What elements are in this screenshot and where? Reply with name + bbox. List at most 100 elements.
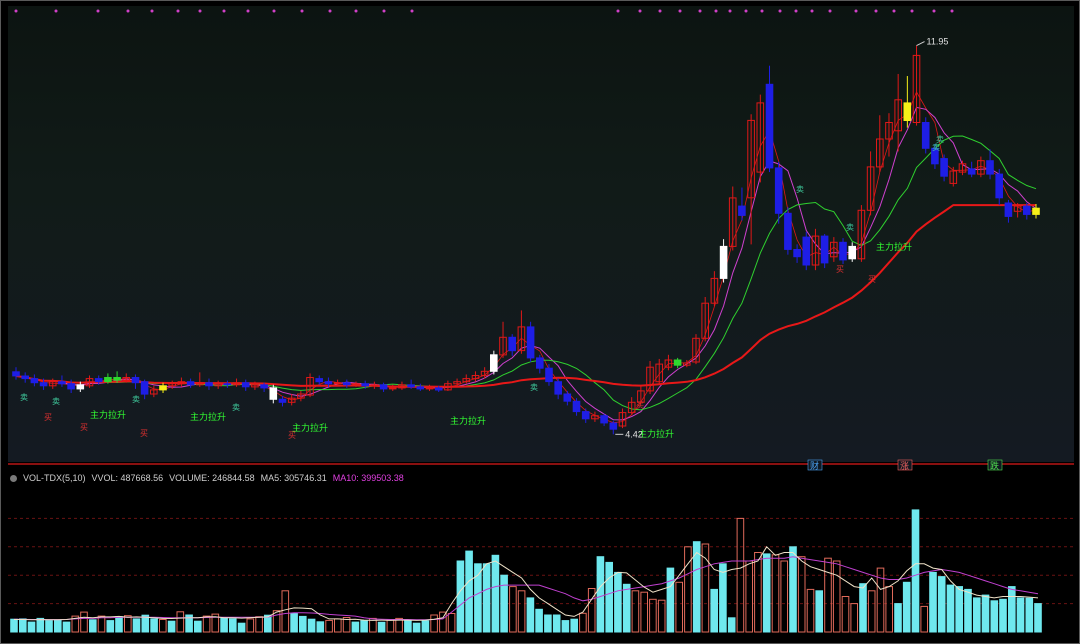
volume-bar xyxy=(10,618,18,633)
volume-bar xyxy=(517,590,526,633)
signal-label: 主力拉升 xyxy=(190,411,226,422)
volume-bar xyxy=(552,614,561,633)
volume-bar xyxy=(264,614,272,633)
volume-bar xyxy=(80,611,88,633)
top-marker-dots xyxy=(14,9,954,13)
volume-bar xyxy=(202,615,211,633)
candle-body xyxy=(1032,207,1040,215)
volume-bar xyxy=(946,584,955,633)
buy-mark: 买 xyxy=(868,275,876,284)
volume-bar xyxy=(281,590,290,633)
volume-bar xyxy=(54,619,62,633)
volume-bar xyxy=(62,621,71,633)
volume-bar xyxy=(815,590,824,633)
candle-body xyxy=(315,378,323,383)
indicator-name[interactable]: VOL-TDX(5,10) xyxy=(23,473,86,483)
volume-bar xyxy=(902,581,911,633)
candle-body xyxy=(94,378,103,383)
marker-dot xyxy=(150,9,154,13)
candle-body xyxy=(58,381,66,385)
volume-bar xyxy=(194,620,202,633)
volume-bar xyxy=(762,553,771,633)
volume-bar xyxy=(640,591,649,633)
candles xyxy=(12,45,1040,435)
marker-dot xyxy=(810,9,814,13)
candle-body xyxy=(324,381,333,385)
candle-body xyxy=(30,378,39,384)
candle-body xyxy=(407,384,415,388)
marker-dot xyxy=(778,9,782,13)
volume-bar xyxy=(404,620,412,633)
volume-bar xyxy=(307,618,316,633)
volume-bar xyxy=(351,621,360,633)
marker-dot xyxy=(714,9,718,13)
candle-body xyxy=(563,393,572,402)
sell-mark: 卖 xyxy=(132,395,140,404)
buy-mark: 买 xyxy=(44,413,52,422)
volume-bar xyxy=(850,603,859,633)
volume-bar xyxy=(421,620,430,633)
candle-body xyxy=(554,381,563,395)
volume-bar xyxy=(614,571,622,633)
volume-bar xyxy=(1008,586,1016,633)
volume-bar xyxy=(867,590,876,633)
volume-bar xyxy=(973,597,981,633)
sell-mark: 卖 xyxy=(232,403,240,412)
candle-body xyxy=(113,377,121,381)
candle-body xyxy=(738,205,746,216)
volume-bar xyxy=(299,615,307,633)
candle-body xyxy=(600,415,608,424)
candle-body xyxy=(388,387,397,390)
volume-value: VOLUME: 246844.58 xyxy=(169,473,255,483)
volume-bar xyxy=(430,614,438,633)
candle-body xyxy=(352,383,360,386)
candlestick-and-volume-chart[interactable]: 主力拉升 主力拉升主力拉升主力拉升主力拉升主力拉升买买 买买买买买卖卖卖卖卖卖卖卖卖… xyxy=(0,0,1080,644)
signal-annotations: 主力拉升 主力拉升主力拉升主力拉升主力拉升主力拉升买买 买买买买买卖卖卖卖卖卖卖卖卖 xyxy=(20,135,944,440)
volume-bar xyxy=(412,622,421,633)
candle-body xyxy=(784,212,792,250)
marker-dot xyxy=(728,9,732,13)
volume-bar xyxy=(255,616,263,633)
candle-body xyxy=(609,422,618,430)
candle-body xyxy=(986,160,994,175)
sell-mark: 卖 xyxy=(20,393,28,402)
candle-body xyxy=(159,385,167,391)
volume-bar xyxy=(999,598,1007,633)
volume-bar xyxy=(894,603,902,633)
marker-dot xyxy=(96,9,100,13)
indicator-toggle-icon[interactable] xyxy=(10,475,17,482)
volume-bar xyxy=(124,615,132,633)
volume-bar xyxy=(911,509,920,633)
marker-dot xyxy=(126,9,130,13)
high-label: 11.95 xyxy=(927,37,949,47)
high-pointer xyxy=(916,41,925,47)
candle-body xyxy=(839,241,847,261)
volume-bar xyxy=(859,583,867,633)
event-badge-label: 涨 xyxy=(900,461,909,471)
volume-bar xyxy=(27,621,36,633)
volume-bar xyxy=(316,621,325,633)
volume-bar xyxy=(684,546,692,633)
volume-bar xyxy=(535,608,543,633)
volume-bar xyxy=(19,618,27,633)
volume-bar xyxy=(771,554,780,633)
volume-bar xyxy=(325,619,333,633)
event-badges: 财涨跌 xyxy=(807,459,1003,471)
volume-bar xyxy=(500,574,508,633)
vvol-value: VVOL: 487668.56 xyxy=(91,473,164,483)
buy-mark: 买 xyxy=(836,265,844,274)
volume-bar xyxy=(955,586,964,633)
volume-bar xyxy=(1025,597,1034,633)
candle-body xyxy=(425,387,434,390)
candle-body xyxy=(793,249,801,258)
volume-bar xyxy=(1016,597,1025,633)
candle-body xyxy=(967,168,976,175)
buy-mark: 买 xyxy=(140,429,148,438)
volume-bar xyxy=(150,618,158,633)
signal-label: 主力拉升 xyxy=(90,409,126,420)
candle-body xyxy=(673,359,682,366)
candle-body xyxy=(545,367,553,383)
marker-dot xyxy=(354,9,358,13)
ma-long-line xyxy=(15,135,1037,411)
candle-body xyxy=(278,398,287,403)
